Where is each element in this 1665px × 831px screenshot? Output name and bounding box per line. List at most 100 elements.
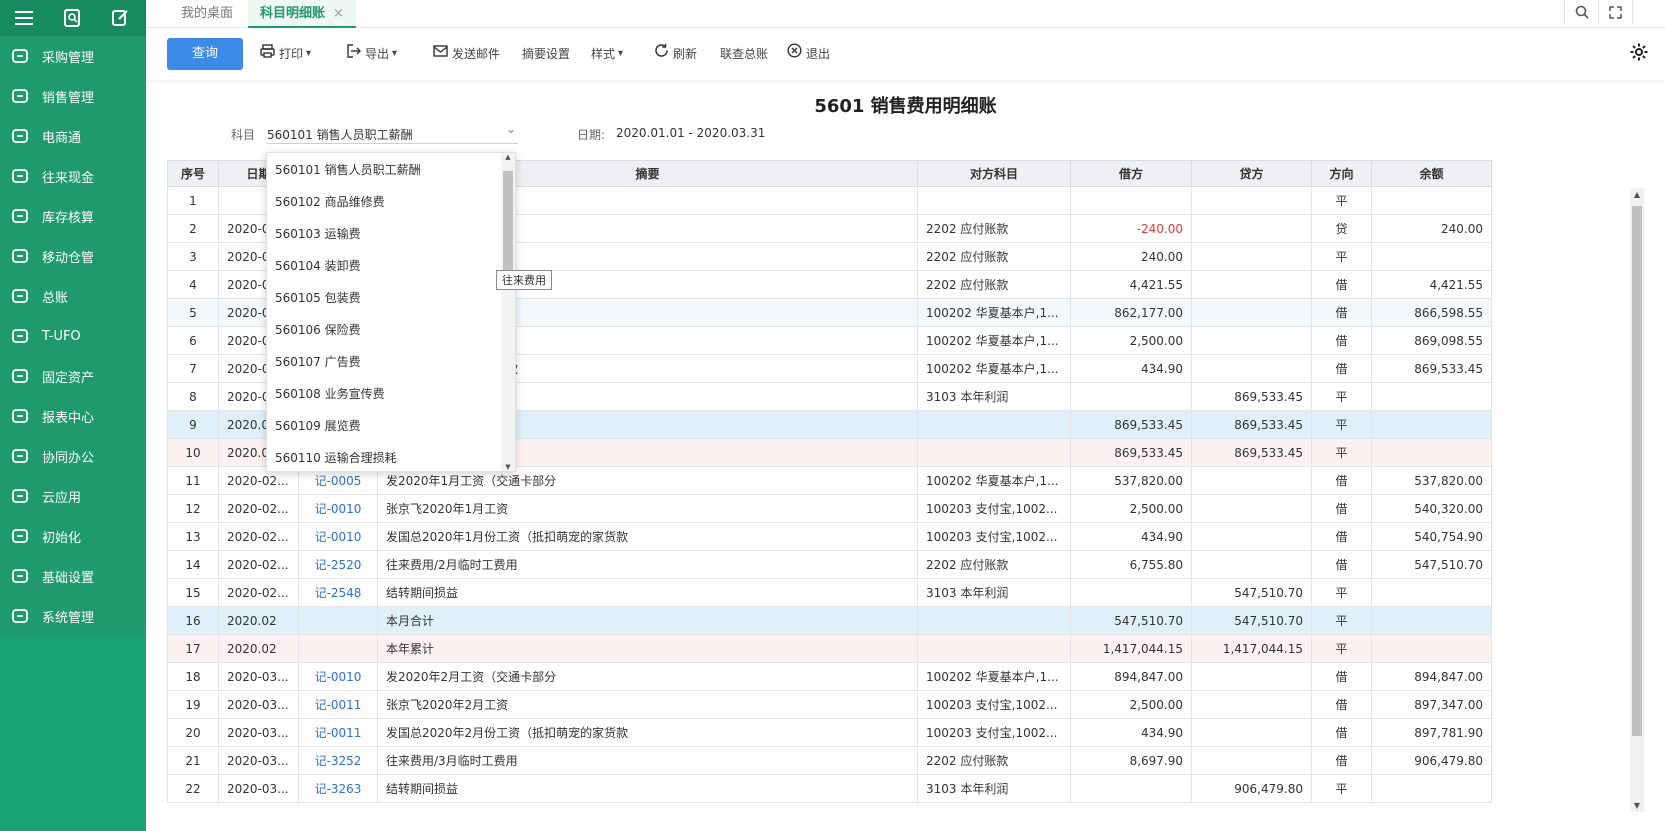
search-doc-icon[interactable] — [48, 0, 96, 36]
cell-voucher[interactable]: 记-0011 — [298, 718, 378, 747]
sidebar-item-12[interactable]: 初始化 — [0, 516, 146, 556]
table-scroll-thumb[interactable] — [1632, 206, 1642, 736]
dropdown-option[interactable]: 560103 运输费 — [267, 218, 501, 250]
cell-credit — [1191, 214, 1312, 243]
cell-debit: 894,847.00 — [1070, 662, 1192, 691]
gear-icon[interactable] — [1629, 42, 1649, 67]
col-header-no[interactable]: 序号 — [167, 160, 219, 187]
cell-voucher[interactable]: 记-2520 — [298, 550, 378, 579]
cell-counter: 100202 华夏基本户,1... — [917, 298, 1071, 327]
dropdown-scroll-thumb[interactable] — [503, 171, 513, 277]
table-row[interactable]: 13 2020-02... 记-0010 发国总2020年1月份工资（抵扣萌宠的家货款… — [167, 522, 1492, 551]
dropdown-option[interactable]: 560107 广告费 — [267, 346, 501, 378]
table-row[interactable]: 12 2020-02... 记-0010 张京飞2020年1月工资 100203 支付宝… — [167, 494, 1492, 523]
scroll-down-icon[interactable]: ▼ — [1630, 801, 1644, 810]
print-button[interactable]: 打印 ▾ — [260, 38, 311, 70]
dropdown-scrollbar[interactable]: ▲ ▼ — [501, 153, 515, 471]
sidebar-item-8[interactable]: 固定资产 — [0, 356, 146, 396]
subject-label: 科目 — [231, 128, 256, 142]
table-row[interactable]: 21 2020-03... 记-3252 往来费用/3月临时工费用 2202 应付账款 8… — [167, 746, 1492, 775]
table-row[interactable]: 20 2020-03... 记-0011 发国总2020年2月份工资（抵扣萌宠的家货款… — [167, 718, 1492, 747]
cell-date: 2020-02... — [218, 522, 299, 551]
table-row[interactable]: 22 2020-03... 记-3263 结转期间损益 3103 本年利润 906,479… — [167, 774, 1492, 803]
cell-date: 2020-02... — [218, 578, 299, 607]
linked-ledger-button[interactable]: 联查总账 — [720, 38, 768, 70]
table-row[interactable]: 19 2020-03... 记-0011 张京飞2020年2月工资 100203 支付宝… — [167, 690, 1492, 719]
cell-balance: 4,421.55 — [1371, 270, 1492, 299]
scroll-up-icon[interactable]: ▲ — [1630, 190, 1644, 199]
col-header-debit[interactable]: 借方 — [1070, 160, 1192, 187]
dropdown-option[interactable]: 560108 业务宣传费 — [267, 378, 501, 410]
exit-button[interactable]: 退出 — [787, 38, 830, 70]
close-icon[interactable]: × — [333, 6, 344, 21]
tab-desktop[interactable]: 我的桌面 — [169, 0, 245, 28]
table-row[interactable]: 15 2020-02... 记-2548 结转期间损益 3103 本年利润 547,510… — [167, 578, 1492, 607]
cell-no: 22 — [167, 774, 219, 803]
edit-doc-icon[interactable] — [96, 0, 144, 36]
cell-counter: 100203 支付宝,1002... — [917, 718, 1071, 747]
menu-icon[interactable] — [0, 0, 48, 36]
dropdown-option[interactable]: 560101 销售人员职工薪酬 — [267, 154, 501, 186]
sidebar-item-4[interactable]: 库存核算 — [0, 196, 146, 236]
pie-chart-icon — [0, 406, 40, 426]
cell-voucher[interactable]: 记-0011 — [298, 690, 378, 719]
cell-debit: 434.90 — [1070, 718, 1192, 747]
sidebar-item-5[interactable]: 移动仓管 — [0, 236, 146, 276]
col-header-credit[interactable]: 贷方 — [1191, 160, 1312, 187]
cell-counter — [917, 438, 1071, 467]
cell-voucher[interactable]: 记-0010 — [298, 522, 378, 551]
sidebar-item-14[interactable]: 系统管理 — [0, 596, 146, 636]
dropdown-option[interactable]: 560102 商品维修费 — [267, 186, 501, 218]
query-button[interactable]: 查询 — [167, 38, 243, 70]
dropdown-option[interactable]: 560110 运输合理损耗 — [267, 442, 501, 474]
table-row[interactable]: 17 2020.02 本年累计 1,417,044.15 1,417,044.15 平 — [167, 634, 1492, 663]
cell-voucher[interactable]: 记-0010 — [298, 662, 378, 691]
more-icon[interactable] — [1632, 0, 1665, 24]
cell-dir: 平 — [1311, 578, 1372, 607]
sidebar-item-0[interactable]: 采购管理 — [0, 36, 146, 76]
scroll-up-icon[interactable]: ▲ — [501, 153, 515, 161]
cell-credit: 547,510.70 — [1191, 606, 1312, 635]
dropdown-option[interactable]: 560106 保险费 — [267, 314, 501, 346]
cell-voucher[interactable]: 记-0010 — [298, 494, 378, 523]
sidebar-item-9[interactable]: 报表中心 — [0, 396, 146, 436]
refresh-button[interactable]: 刷新 — [654, 38, 697, 70]
cell-voucher[interactable]: 记-2548 — [298, 578, 378, 607]
sidebar-item-1[interactable]: 销售管理 — [0, 76, 146, 116]
export-button[interactable]: 导出 ▾ — [347, 38, 397, 70]
sidebar-item-2[interactable]: 电商通 — [0, 116, 146, 156]
system-icon — [0, 606, 40, 626]
scroll-down-icon[interactable]: ▼ — [501, 463, 515, 471]
table-row[interactable]: 16 2020.02 本月合计 547,510.70 547,510.70 平 — [167, 606, 1492, 635]
fullscreen-icon[interactable] — [1598, 0, 1632, 24]
col-header-balance[interactable]: 余额 — [1371, 160, 1492, 187]
col-header-counter-account[interactable]: 对方科目 — [917, 160, 1071, 187]
table-scrollbar[interactable]: ▲ ▼ — [1630, 188, 1644, 812]
cell-summary: 发国总2020年1月份工资（抵扣萌宠的家货款 — [377, 522, 918, 551]
summary-settings-button[interactable]: 摘要设置 — [522, 38, 570, 70]
cell-voucher[interactable]: 记-3263 — [298, 774, 378, 803]
cell-no: 21 — [167, 746, 219, 775]
col-header-direction[interactable]: 方向 — [1311, 160, 1372, 187]
dropdown-option[interactable]: 560104 装卸费 — [267, 250, 501, 282]
sidebar-item-3[interactable]: 往来现金 — [0, 156, 146, 196]
dropdown-option[interactable]: 560105 包装费 — [267, 282, 501, 314]
dropdown-option[interactable]: 560109 展览费 — [267, 410, 501, 442]
cell-counter: 100202 华夏基本户,1... — [917, 354, 1071, 383]
send-mail-button[interactable]: 发送邮件 — [433, 38, 500, 70]
sidebar-item-6[interactable]: 总账 — [0, 276, 146, 316]
cell-voucher[interactable]: 记-3252 — [298, 746, 378, 775]
style-button[interactable]: 样式 ▾ — [591, 38, 623, 70]
table-row[interactable]: 18 2020-03... 记-0010 发2020年2月工资（交通卡部分 100202… — [167, 662, 1492, 691]
sidebar-item-label: 初始化 — [42, 530, 82, 546]
cell-balance: 866,598.55 — [1371, 298, 1492, 327]
sidebar-item-11[interactable]: 云应用 — [0, 476, 146, 516]
search-icon[interactable] — [1564, 0, 1598, 24]
cell-no: 8 — [167, 382, 219, 411]
sidebar-item-10[interactable]: 协同办公 — [0, 436, 146, 476]
sidebar-item-7[interactable]: T-UFO — [0, 316, 146, 356]
sidebar-item-13[interactable]: 基础设置 — [0, 556, 146, 596]
table-row[interactable]: 14 2020-02... 记-2520 往来费用/2月临时工费用 2202 应付账款 6… — [167, 550, 1492, 579]
tab-subject-ledger[interactable]: 科目明细账 × — [248, 0, 356, 28]
cell-dir: 平 — [1311, 606, 1372, 635]
